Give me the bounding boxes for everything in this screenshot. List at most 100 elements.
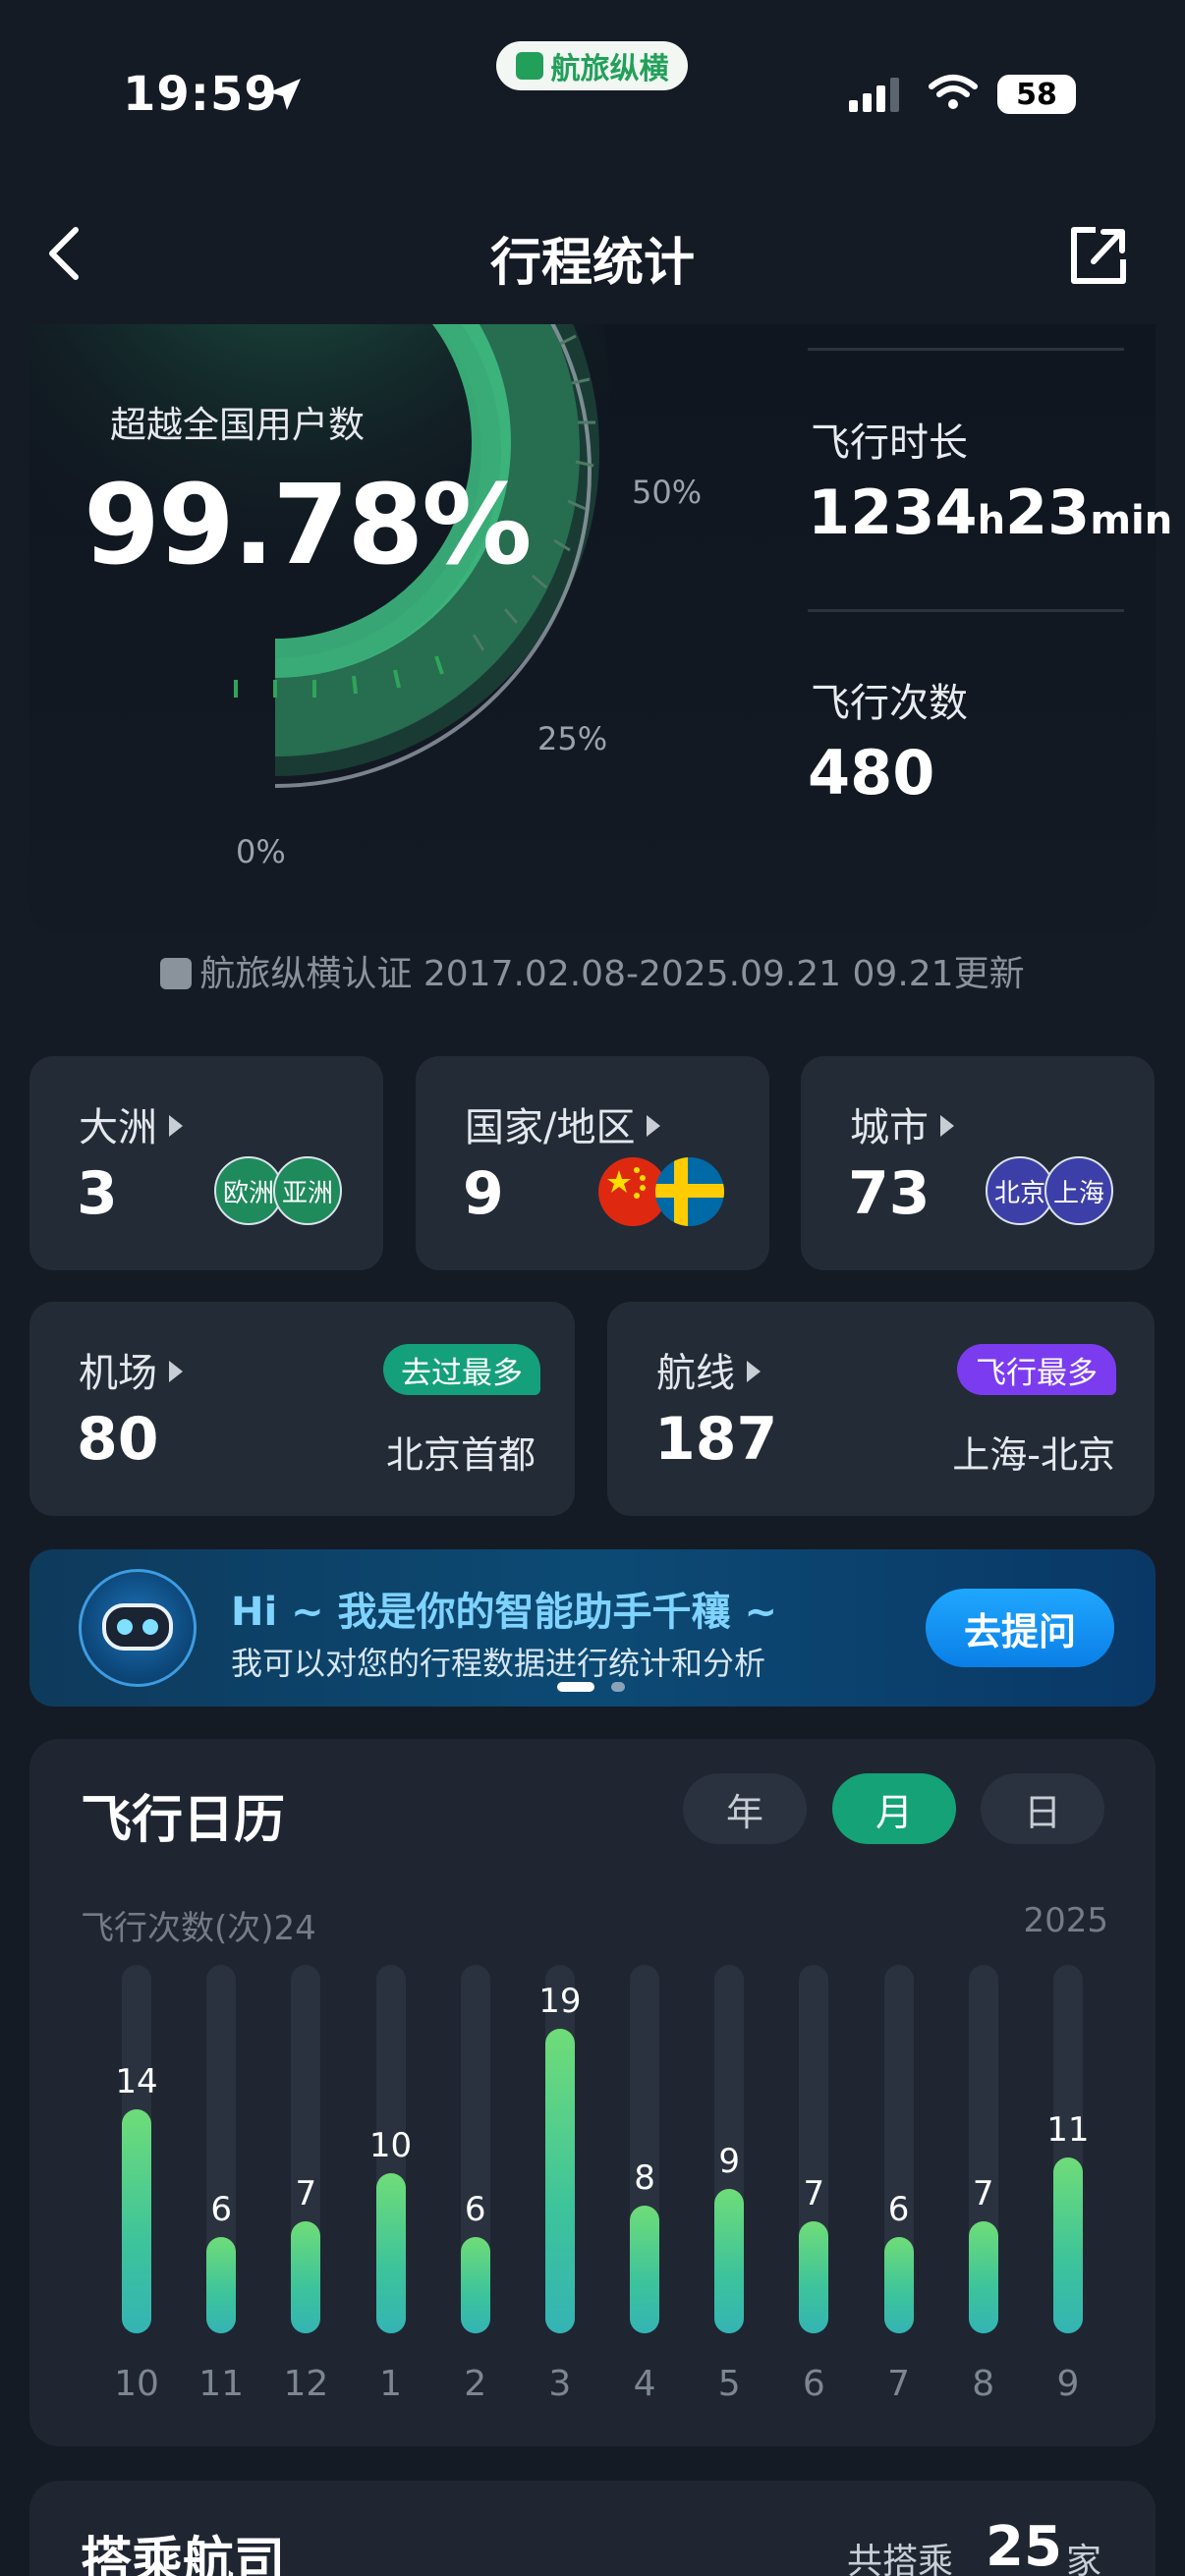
countries-card[interactable]: 国家/地区 9 — [416, 1056, 769, 1270]
airports-card[interactable]: 机场 80 去过最多 北京首都 — [29, 1302, 575, 1516]
bar-track[interactable] — [799, 1965, 829, 2333]
bar[interactable] — [630, 2206, 660, 2333]
calendar-title: 飞行日历 — [81, 1791, 286, 1850]
year-note: 2025 — [1023, 1901, 1108, 1940]
bar[interactable] — [883, 2237, 914, 2333]
bar[interactable] — [375, 2173, 406, 2333]
robot-face — [102, 1603, 173, 1651]
stats-divider — [808, 609, 1124, 612]
bar-value-label: 6 — [210, 2190, 232, 2229]
surpass-label: 超越全国用户数 — [110, 404, 365, 446]
bar-value-label: 19 — [538, 1982, 582, 2021]
bar-value-label: 9 — [718, 2142, 741, 2181]
banner-pager-dot-active[interactable] — [557, 1682, 594, 1692]
bar-track[interactable] — [291, 1965, 321, 2333]
city-badge: 上海 — [1044, 1156, 1113, 1225]
continents-card-label: 大洲 — [79, 1095, 183, 1152]
cities-card-value: 73 — [848, 1159, 931, 1228]
bar[interactable] — [291, 2221, 321, 2333]
flight-duration-label: 飞行时长 — [811, 420, 968, 466]
status-time: 19:59 — [123, 67, 278, 122]
bar[interactable] — [122, 2109, 151, 2333]
cities-card-label: 城市 — [850, 1095, 954, 1152]
continents-card[interactable]: 大洲 3 欧洲 亚洲 — [29, 1056, 383, 1270]
flight-count-label: 飞行次数 — [811, 681, 968, 726]
bar-value-label: 6 — [464, 2190, 486, 2229]
flight-duration-value: 1234h23min — [808, 476, 1173, 548]
bar[interactable] — [460, 2237, 490, 2333]
banner-pager-dot[interactable] — [611, 1682, 625, 1692]
certification-text: 航旅纵横认证 2017.02.08-2025.09.21 09.21更新 — [199, 954, 1025, 994]
share-export-icon[interactable] — [1066, 224, 1130, 288]
month-tick-label: 5 — [717, 2364, 741, 2404]
bar-track[interactable] — [630, 1965, 660, 2333]
cities-card[interactable]: 城市 73 北京 上海 — [801, 1056, 1155, 1270]
month-tick-label: 11 — [198, 2364, 245, 2404]
sweden-flag-icon — [655, 1157, 724, 1226]
top-airport: 北京首都 — [385, 1433, 536, 1477]
continents-card-value: 3 — [77, 1159, 118, 1228]
assistant-title: Hi ~ 我是你的智能助手千穰 ~ — [231, 1590, 777, 1635]
bar[interactable] — [544, 2029, 575, 2333]
bar[interactable] — [799, 2221, 829, 2333]
app-source-badge[interactable]: 航旅纵横 — [496, 41, 688, 90]
month-tick-label: 6 — [802, 2364, 825, 2404]
bar[interactable] — [206, 2237, 237, 2333]
stats-divider — [808, 348, 1124, 351]
y-axis-note: 飞行次数(次)24 — [81, 1909, 316, 1948]
bar-value-label: 7 — [972, 2174, 994, 2213]
surpass-percentage: 99.78% — [84, 462, 532, 589]
bar-value-label: 6 — [887, 2190, 910, 2229]
chevron-right-icon — [747, 1361, 761, 1382]
app-badge-label: 航旅纵横 — [550, 52, 669, 86]
routes-card[interactable]: 航线 187 飞行最多 上海-北京 — [607, 1302, 1155, 1516]
chevron-right-icon — [647, 1115, 661, 1137]
bar-track[interactable] — [968, 1965, 998, 2333]
tab-year[interactable]: 年 — [683, 1773, 807, 1844]
app-logo-icon — [515, 52, 543, 80]
bar-value-label: 14 — [115, 2062, 158, 2101]
routes-card-value: 187 — [654, 1405, 778, 1474]
countries-card-label: 国家/地区 — [465, 1095, 661, 1152]
carriers-title: 搭乘航司 — [81, 2533, 286, 2576]
airports-card-label: 机场 — [79, 1341, 183, 1398]
bar-value-label: 8 — [634, 2158, 655, 2198]
bar-value-label: 10 — [368, 2126, 413, 2165]
airports-card-value: 80 — [77, 1405, 159, 1474]
bar-track[interactable] — [460, 1965, 490, 2333]
tab-month[interactable]: 月 — [832, 1773, 956, 1844]
month-tick-label: 9 — [1056, 2364, 1080, 2404]
bar-value-label: 7 — [803, 2174, 825, 2213]
bar-track[interactable] — [206, 1965, 237, 2333]
location-arrow-icon — [269, 79, 301, 110]
month-tick-label: 2 — [464, 2364, 487, 2404]
gauge-tick-0: 0% — [236, 833, 286, 870]
month-tick-label: 4 — [633, 2364, 656, 2404]
app-logo-icon — [160, 958, 193, 989]
most-visited-tag: 去过最多 — [383, 1344, 540, 1395]
carriers-suffix: 家 — [1066, 2542, 1102, 2576]
chevron-right-icon — [169, 1115, 183, 1137]
countries-card-value: 9 — [463, 1159, 504, 1228]
month-tick-label: 12 — [283, 2364, 329, 2404]
bar-value-label: 11 — [1046, 2110, 1090, 2150]
bar-track[interactable] — [883, 1965, 914, 2333]
month-tick-label: 3 — [548, 2364, 572, 2404]
bar-track[interactable] — [122, 1965, 151, 2333]
carriers-prefix: 共搭乘 — [847, 2542, 954, 2576]
robot-eye — [117, 1619, 133, 1635]
most-flown-tag: 飞行最多 — [957, 1344, 1116, 1395]
gauge-tick-50: 50% — [632, 474, 703, 511]
ask-button[interactable]: 去提问 — [926, 1589, 1114, 1667]
bar[interactable] — [1052, 2157, 1083, 2333]
carriers-count: 25 — [986, 2515, 1062, 2576]
bar[interactable] — [968, 2221, 998, 2333]
tab-day[interactable]: 日 — [981, 1773, 1104, 1844]
bar-value-label: 7 — [295, 2174, 317, 2213]
bar[interactable] — [714, 2189, 745, 2333]
month-tick-label: 7 — [887, 2364, 910, 2404]
cellular-signal-icon — [849, 78, 899, 112]
assistant-subtitle: 我可以对您的行程数据进行统计和分析 — [231, 1645, 766, 1682]
month-tick-label: 8 — [972, 2364, 995, 2404]
flight-count-value: 480 — [808, 737, 935, 809]
